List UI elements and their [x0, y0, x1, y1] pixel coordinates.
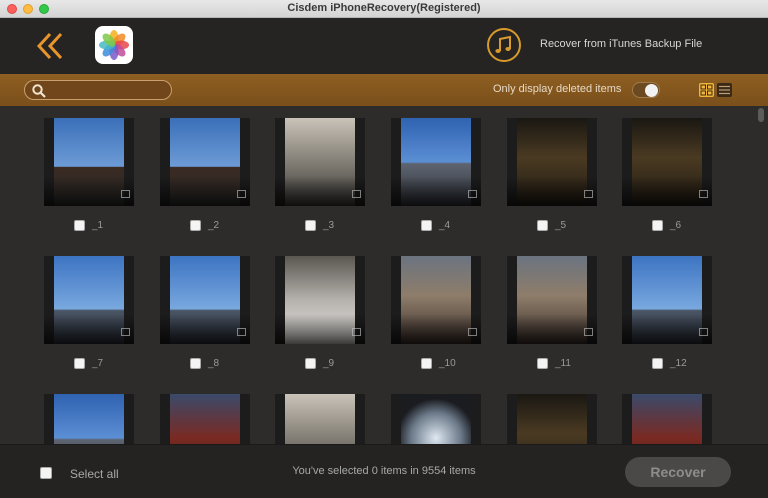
photo-label: _10 [439, 358, 456, 369]
photo-label: _3 [323, 220, 335, 231]
photo-image [632, 394, 702, 444]
photo-image [285, 394, 355, 444]
footer-bar: Select all You've selected 0 items in 95… [0, 444, 768, 498]
list-view-icon [719, 85, 730, 95]
photo-label: _1 [92, 220, 104, 231]
window-title: Cisdem iPhoneRecovery(Registered) [287, 2, 481, 14]
photo-caption: _5 [507, 220, 597, 234]
title-bar: Cisdem iPhoneRecovery(Registered) [0, 0, 768, 18]
photo-checkbox[interactable] [652, 358, 663, 369]
photos-app-icon [95, 26, 133, 64]
photo-checkbox[interactable] [190, 358, 201, 369]
photo-checkbox[interactable] [537, 358, 548, 369]
image-type-icon [468, 328, 477, 336]
image-type-icon [237, 328, 246, 336]
image-type-icon [352, 328, 361, 336]
photo-label: _4 [439, 220, 451, 231]
search-box[interactable] [24, 80, 172, 100]
photo-thumbnail[interactable] [507, 256, 597, 344]
photo-caption: _2 [160, 220, 250, 234]
photo-caption: _11 [507, 358, 597, 372]
photo-label: _6 [670, 220, 682, 231]
photo-image [401, 394, 471, 444]
back-button[interactable] [36, 31, 66, 61]
photo-caption: _9 [275, 358, 365, 372]
toolbar: Only display deleted items [0, 74, 768, 106]
photo-thumbnail[interactable] [44, 256, 134, 344]
grid-view-button[interactable] [699, 83, 714, 97]
photo-checkbox[interactable] [190, 220, 201, 231]
photo-thumbnail[interactable] [622, 118, 712, 206]
photo-label: _8 [208, 358, 220, 369]
photo-label: _2 [208, 220, 220, 231]
search-icon [32, 84, 46, 98]
photo-caption: _10 [391, 358, 481, 372]
image-type-icon [121, 190, 130, 198]
photo-checkbox[interactable] [652, 220, 663, 231]
image-type-icon [352, 190, 361, 198]
photo-thumbnail[interactable] [275, 256, 365, 344]
search-input[interactable] [49, 83, 164, 98]
photo-grid: _1 _2 _3 _4 _5 _6 _7 _8 _9 _10 _11 _12 [0, 106, 768, 444]
only-deleted-toggle[interactable] [632, 82, 660, 98]
photo-thumbnail[interactable] [44, 118, 134, 206]
photo-image [170, 394, 240, 444]
photo-label: _9 [323, 358, 335, 369]
image-type-icon [237, 190, 246, 198]
photo-label: _7 [92, 358, 104, 369]
scrollbar-thumb[interactable] [758, 108, 764, 122]
photo-thumbnail[interactable] [622, 256, 712, 344]
image-type-icon [584, 190, 593, 198]
double-chevron-left-icon [36, 32, 63, 60]
photo-caption: _8 [160, 358, 250, 372]
image-type-icon [699, 190, 708, 198]
photo-thumbnail[interactable] [275, 118, 365, 206]
header-bar: Recover from iTunes Backup File [0, 18, 768, 74]
image-type-icon [699, 328, 708, 336]
photo-thumbnail[interactable] [391, 394, 481, 444]
grid-view-icon [700, 84, 713, 96]
image-type-icon [584, 328, 593, 336]
photo-caption: _12 [622, 358, 712, 372]
music-note-icon[interactable] [487, 28, 521, 62]
photo-checkbox[interactable] [305, 220, 316, 231]
image-type-icon [121, 328, 130, 336]
photo-caption: _3 [275, 220, 365, 234]
photo-caption: _1 [44, 220, 134, 234]
photo-thumbnail[interactable] [44, 394, 134, 444]
itunes-backup-link[interactable]: Recover from iTunes Backup File [540, 38, 702, 50]
photo-thumbnail[interactable] [160, 256, 250, 344]
photo-checkbox[interactable] [421, 358, 432, 369]
photo-thumbnail[interactable] [622, 394, 712, 444]
photo-label: _12 [670, 358, 687, 369]
image-type-icon [468, 190, 477, 198]
photo-thumbnail[interactable] [391, 256, 481, 344]
photo-label: _5 [555, 220, 567, 231]
photo-thumbnail[interactable] [507, 118, 597, 206]
photo-checkbox[interactable] [421, 220, 432, 231]
photo-thumbnail[interactable] [275, 394, 365, 444]
app-window: Cisdem iPhoneRecovery(Registered) Recove… [0, 0, 768, 498]
photo-thumbnail[interactable] [507, 394, 597, 444]
photo-caption: _6 [622, 220, 712, 234]
only-deleted-label: Only display deleted items [493, 83, 622, 95]
toggle-knob [645, 84, 658, 97]
photo-image [517, 394, 587, 444]
photo-caption: _4 [391, 220, 481, 234]
photo-checkbox[interactable] [537, 220, 548, 231]
photo-thumbnail[interactable] [160, 394, 250, 444]
photo-checkbox[interactable] [74, 358, 85, 369]
list-view-button[interactable] [717, 83, 732, 97]
photo-thumbnail[interactable] [391, 118, 481, 206]
photo-image [54, 394, 124, 444]
recover-button[interactable]: Recover [625, 457, 731, 487]
photo-label: _11 [555, 358, 571, 369]
photo-caption: _7 [44, 358, 134, 372]
photo-thumbnail[interactable] [160, 118, 250, 206]
photo-checkbox[interactable] [74, 220, 85, 231]
photo-checkbox[interactable] [305, 358, 316, 369]
